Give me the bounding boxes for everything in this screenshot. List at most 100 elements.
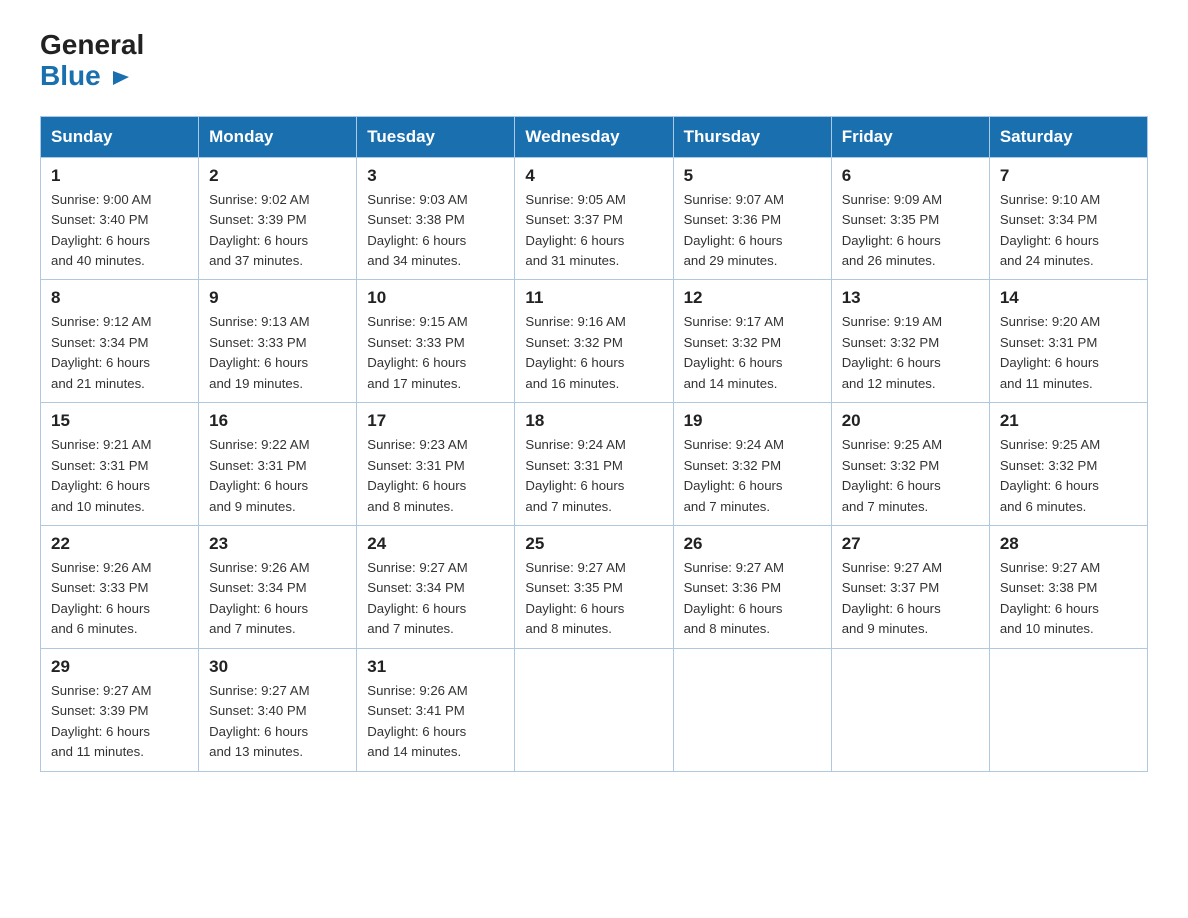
day-cell [831, 648, 989, 771]
day-cell: 28 Sunrise: 9:27 AM Sunset: 3:38 PM Dayl… [989, 526, 1147, 649]
day-info: Sunrise: 9:17 AM Sunset: 3:32 PM Dayligh… [684, 312, 821, 394]
day-info: Sunrise: 9:10 AM Sunset: 3:34 PM Dayligh… [1000, 190, 1137, 272]
day-info: Sunrise: 9:24 AM Sunset: 3:31 PM Dayligh… [525, 435, 662, 517]
page-header: General Blue [40, 30, 1148, 92]
day-cell: 26 Sunrise: 9:27 AM Sunset: 3:36 PM Dayl… [673, 526, 831, 649]
calendar-table: SundayMondayTuesdayWednesdayThursdayFrid… [40, 116, 1148, 772]
logo-blue-text: Blue [40, 61, 144, 92]
day-number: 18 [525, 411, 662, 431]
day-number: 13 [842, 288, 979, 308]
day-cell: 25 Sunrise: 9:27 AM Sunset: 3:35 PM Dayl… [515, 526, 673, 649]
day-number: 10 [367, 288, 504, 308]
day-info: Sunrise: 9:27 AM Sunset: 3:37 PM Dayligh… [842, 558, 979, 640]
day-number: 27 [842, 534, 979, 554]
day-info: Sunrise: 9:09 AM Sunset: 3:35 PM Dayligh… [842, 190, 979, 272]
day-number: 29 [51, 657, 188, 677]
week-row-3: 15 Sunrise: 9:21 AM Sunset: 3:31 PM Dayl… [41, 403, 1148, 526]
day-cell: 18 Sunrise: 9:24 AM Sunset: 3:31 PM Dayl… [515, 403, 673, 526]
day-number: 9 [209, 288, 346, 308]
day-cell: 6 Sunrise: 9:09 AM Sunset: 3:35 PM Dayli… [831, 157, 989, 280]
day-number: 14 [1000, 288, 1137, 308]
day-cell: 14 Sunrise: 9:20 AM Sunset: 3:31 PM Dayl… [989, 280, 1147, 403]
day-number: 2 [209, 166, 346, 186]
day-info: Sunrise: 9:02 AM Sunset: 3:39 PM Dayligh… [209, 190, 346, 272]
day-cell: 7 Sunrise: 9:10 AM Sunset: 3:34 PM Dayli… [989, 157, 1147, 280]
day-cell [515, 648, 673, 771]
logo: General Blue [40, 30, 144, 92]
day-info: Sunrise: 9:27 AM Sunset: 3:38 PM Dayligh… [1000, 558, 1137, 640]
day-cell: 10 Sunrise: 9:15 AM Sunset: 3:33 PM Dayl… [357, 280, 515, 403]
day-info: Sunrise: 9:19 AM Sunset: 3:32 PM Dayligh… [842, 312, 979, 394]
day-cell: 21 Sunrise: 9:25 AM Sunset: 3:32 PM Dayl… [989, 403, 1147, 526]
day-number: 30 [209, 657, 346, 677]
day-info: Sunrise: 9:05 AM Sunset: 3:37 PM Dayligh… [525, 190, 662, 272]
day-cell [989, 648, 1147, 771]
day-cell: 19 Sunrise: 9:24 AM Sunset: 3:32 PM Dayl… [673, 403, 831, 526]
day-cell: 4 Sunrise: 9:05 AM Sunset: 3:37 PM Dayli… [515, 157, 673, 280]
logo-triangle-icon [111, 67, 131, 87]
day-number: 17 [367, 411, 504, 431]
day-number: 3 [367, 166, 504, 186]
day-cell: 15 Sunrise: 9:21 AM Sunset: 3:31 PM Dayl… [41, 403, 199, 526]
day-cell: 1 Sunrise: 9:00 AM Sunset: 3:40 PM Dayli… [41, 157, 199, 280]
weekday-header-monday: Monday [199, 116, 357, 157]
day-cell: 8 Sunrise: 9:12 AM Sunset: 3:34 PM Dayli… [41, 280, 199, 403]
day-number: 21 [1000, 411, 1137, 431]
logo-general-text: General [40, 30, 144, 61]
day-info: Sunrise: 9:24 AM Sunset: 3:32 PM Dayligh… [684, 435, 821, 517]
day-info: Sunrise: 9:27 AM Sunset: 3:34 PM Dayligh… [367, 558, 504, 640]
day-info: Sunrise: 9:21 AM Sunset: 3:31 PM Dayligh… [51, 435, 188, 517]
day-cell: 24 Sunrise: 9:27 AM Sunset: 3:34 PM Dayl… [357, 526, 515, 649]
week-row-2: 8 Sunrise: 9:12 AM Sunset: 3:34 PM Dayli… [41, 280, 1148, 403]
day-cell: 23 Sunrise: 9:26 AM Sunset: 3:34 PM Dayl… [199, 526, 357, 649]
day-info: Sunrise: 9:03 AM Sunset: 3:38 PM Dayligh… [367, 190, 504, 272]
day-cell: 20 Sunrise: 9:25 AM Sunset: 3:32 PM Dayl… [831, 403, 989, 526]
day-info: Sunrise: 9:26 AM Sunset: 3:33 PM Dayligh… [51, 558, 188, 640]
day-number: 15 [51, 411, 188, 431]
day-info: Sunrise: 9:13 AM Sunset: 3:33 PM Dayligh… [209, 312, 346, 394]
day-cell: 16 Sunrise: 9:22 AM Sunset: 3:31 PM Dayl… [199, 403, 357, 526]
day-info: Sunrise: 9:22 AM Sunset: 3:31 PM Dayligh… [209, 435, 346, 517]
day-cell: 9 Sunrise: 9:13 AM Sunset: 3:33 PM Dayli… [199, 280, 357, 403]
day-cell: 5 Sunrise: 9:07 AM Sunset: 3:36 PM Dayli… [673, 157, 831, 280]
weekday-header-friday: Friday [831, 116, 989, 157]
day-number: 1 [51, 166, 188, 186]
day-number: 5 [684, 166, 821, 186]
day-number: 8 [51, 288, 188, 308]
week-row-4: 22 Sunrise: 9:26 AM Sunset: 3:33 PM Dayl… [41, 526, 1148, 649]
weekday-header-thursday: Thursday [673, 116, 831, 157]
weekday-header-sunday: Sunday [41, 116, 199, 157]
day-info: Sunrise: 9:27 AM Sunset: 3:35 PM Dayligh… [525, 558, 662, 640]
day-info: Sunrise: 9:00 AM Sunset: 3:40 PM Dayligh… [51, 190, 188, 272]
day-number: 25 [525, 534, 662, 554]
day-number: 6 [842, 166, 979, 186]
day-info: Sunrise: 9:26 AM Sunset: 3:41 PM Dayligh… [367, 681, 504, 763]
day-number: 12 [684, 288, 821, 308]
day-info: Sunrise: 9:15 AM Sunset: 3:33 PM Dayligh… [367, 312, 504, 394]
day-number: 24 [367, 534, 504, 554]
day-cell: 3 Sunrise: 9:03 AM Sunset: 3:38 PM Dayli… [357, 157, 515, 280]
day-info: Sunrise: 9:20 AM Sunset: 3:31 PM Dayligh… [1000, 312, 1137, 394]
day-cell: 11 Sunrise: 9:16 AM Sunset: 3:32 PM Dayl… [515, 280, 673, 403]
day-number: 28 [1000, 534, 1137, 554]
day-cell: 31 Sunrise: 9:26 AM Sunset: 3:41 PM Dayl… [357, 648, 515, 771]
day-info: Sunrise: 9:26 AM Sunset: 3:34 PM Dayligh… [209, 558, 346, 640]
day-number: 7 [1000, 166, 1137, 186]
day-number: 19 [684, 411, 821, 431]
day-cell: 17 Sunrise: 9:23 AM Sunset: 3:31 PM Dayl… [357, 403, 515, 526]
day-number: 22 [51, 534, 188, 554]
day-info: Sunrise: 9:27 AM Sunset: 3:39 PM Dayligh… [51, 681, 188, 763]
day-number: 31 [367, 657, 504, 677]
day-info: Sunrise: 9:16 AM Sunset: 3:32 PM Dayligh… [525, 312, 662, 394]
day-cell: 29 Sunrise: 9:27 AM Sunset: 3:39 PM Dayl… [41, 648, 199, 771]
day-cell: 12 Sunrise: 9:17 AM Sunset: 3:32 PM Dayl… [673, 280, 831, 403]
week-row-1: 1 Sunrise: 9:00 AM Sunset: 3:40 PM Dayli… [41, 157, 1148, 280]
day-cell [673, 648, 831, 771]
day-number: 20 [842, 411, 979, 431]
day-number: 26 [684, 534, 821, 554]
weekday-header-tuesday: Tuesday [357, 116, 515, 157]
day-cell: 30 Sunrise: 9:27 AM Sunset: 3:40 PM Dayl… [199, 648, 357, 771]
day-info: Sunrise: 9:25 AM Sunset: 3:32 PM Dayligh… [1000, 435, 1137, 517]
week-row-5: 29 Sunrise: 9:27 AM Sunset: 3:39 PM Dayl… [41, 648, 1148, 771]
day-info: Sunrise: 9:12 AM Sunset: 3:34 PM Dayligh… [51, 312, 188, 394]
